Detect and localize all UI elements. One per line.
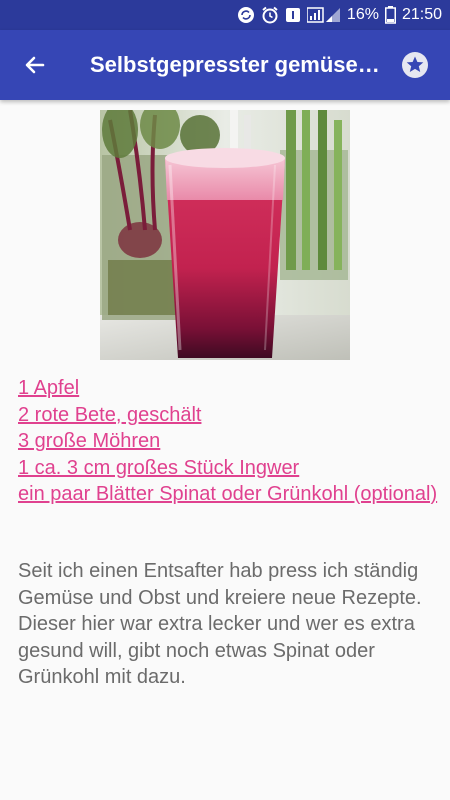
list-item[interactable]: 1 Apfel (18, 375, 438, 402)
battery-percent: 16% (346, 6, 379, 23)
signal-icon (306, 7, 340, 23)
sync-icon (237, 7, 254, 23)
ingredient-link[interactable]: 1 Apfel (18, 377, 79, 399)
ingredients-list: 1 Apfel 2 rote Bete, geschält 3 große Mö… (18, 375, 438, 508)
recipe-description: Seit ich einen Entsafter hab press ich s… (18, 560, 422, 688)
favorite-button[interactable] (400, 50, 430, 80)
status-bar: 16% 21:50 (0, 0, 450, 30)
status-icons: 16% 21:50 (237, 0, 442, 30)
alarm-icon (262, 6, 278, 24)
star-icon (402, 52, 428, 78)
ingredient-link[interactable]: 1 ca. 3 cm großes Stück Ingwer (18, 457, 299, 479)
list-item[interactable]: ein paar Blätter Spinat oder Grünkohl (o… (18, 481, 438, 508)
smoothie-photo (100, 110, 350, 360)
notification-icon (285, 8, 300, 22)
ingredient-link[interactable]: ein paar Blätter Spinat oder Grünkohl (o… (18, 483, 437, 505)
page-title: Selbstgepresster gemüse smoothie (90, 52, 380, 77)
clock-time: 21:50 (401, 6, 442, 23)
arrow-left-icon (25, 56, 45, 74)
list-item[interactable]: 2 rote Bete, geschält (18, 402, 438, 429)
ingredient-link[interactable]: 2 rote Bete, geschält (18, 404, 201, 426)
battery-icon (384, 6, 396, 24)
list-item[interactable]: 1 ca. 3 cm großes Stück Ingwer (18, 455, 438, 482)
back-button[interactable] (14, 44, 56, 86)
list-item[interactable]: 3 große Möhren (18, 428, 438, 455)
app-bar: Selbstgepresster gemüse smoothie (0, 30, 450, 100)
recipe-photo (100, 110, 350, 360)
ingredient-link[interactable]: 3 große Möhren (18, 430, 160, 452)
